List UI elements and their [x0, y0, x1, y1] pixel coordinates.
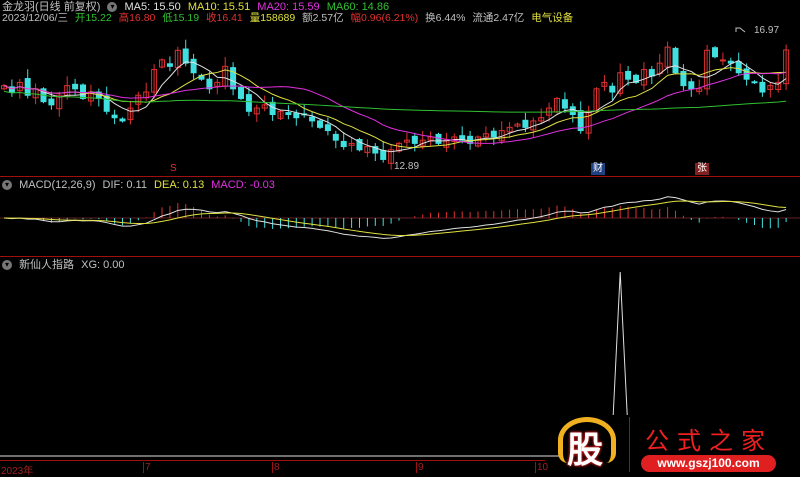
candle-down	[238, 87, 244, 99]
candle-down	[522, 119, 529, 128]
high-price-label: 16.97	[754, 25, 780, 36]
axis-label: 8	[272, 462, 280, 473]
chevron-down-icon[interactable]: ▾	[2, 180, 12, 191]
candle-down	[111, 114, 118, 119]
candle-down	[309, 116, 316, 122]
candle-down	[166, 63, 173, 67]
panel-divider	[0, 256, 800, 257]
logo-char: 股	[567, 429, 604, 470]
candle-down	[293, 112, 300, 119]
high-pointer	[735, 27, 746, 33]
marker-s[interactable]: S	[168, 163, 179, 175]
candle-down	[688, 81, 695, 90]
candle-down	[340, 140, 347, 148]
candle-down	[317, 120, 323, 128]
candle-down	[411, 135, 418, 144]
candle-down	[285, 112, 292, 115]
candle-down	[380, 149, 387, 160]
candle-down	[72, 83, 79, 90]
axis-label: 10	[535, 462, 549, 473]
candle-down	[80, 84, 86, 99]
chevron-down-icon[interactable]: ▾	[2, 260, 12, 271]
candlestick-chart[interactable]	[0, 0, 800, 176]
macd-chart[interactable]	[0, 190, 800, 256]
axis-label: 9	[416, 462, 424, 473]
axis-label: 7	[143, 462, 151, 473]
candle-down	[24, 78, 31, 96]
candle-down	[561, 99, 568, 109]
candle-down	[648, 69, 655, 77]
candle-down	[712, 47, 718, 58]
logo-name: 公式之家	[645, 427, 773, 455]
marker-zhang[interactable]: 张	[695, 163, 709, 175]
ma60-line	[3, 90, 787, 113]
candle-down	[182, 48, 189, 64]
date-axis: 2023年 7 8 9 10	[0, 460, 549, 477]
logo-url[interactable]: www.gszj100.com	[641, 455, 776, 472]
candle-down	[609, 85, 616, 93]
candle-down	[48, 98, 55, 106]
logo-divider	[629, 417, 630, 472]
candle-down	[759, 81, 766, 93]
candle-down	[672, 47, 679, 74]
candle-down	[324, 124, 331, 132]
panel-divider	[0, 176, 800, 177]
axis-label: 2023年	[1, 466, 34, 477]
candle-down	[435, 133, 442, 144]
low-price-label: 12.89	[394, 161, 420, 172]
candle-down	[245, 94, 252, 112]
candle-down	[119, 118, 126, 122]
candle-down	[490, 130, 497, 138]
candle-down	[751, 81, 758, 84]
candle-down	[332, 133, 339, 141]
candle-down	[190, 58, 197, 74]
candle-up	[719, 59, 726, 62]
watermark-logo: 股 公式之家 www.gszj100.com	[555, 415, 800, 473]
ma5-line	[3, 60, 787, 153]
candle-down	[735, 61, 742, 74]
candle-down	[625, 70, 632, 80]
candle-down	[569, 106, 576, 115]
xg-signal-spike	[612, 271, 628, 416]
marker-cai[interactable]: 财	[591, 163, 605, 175]
